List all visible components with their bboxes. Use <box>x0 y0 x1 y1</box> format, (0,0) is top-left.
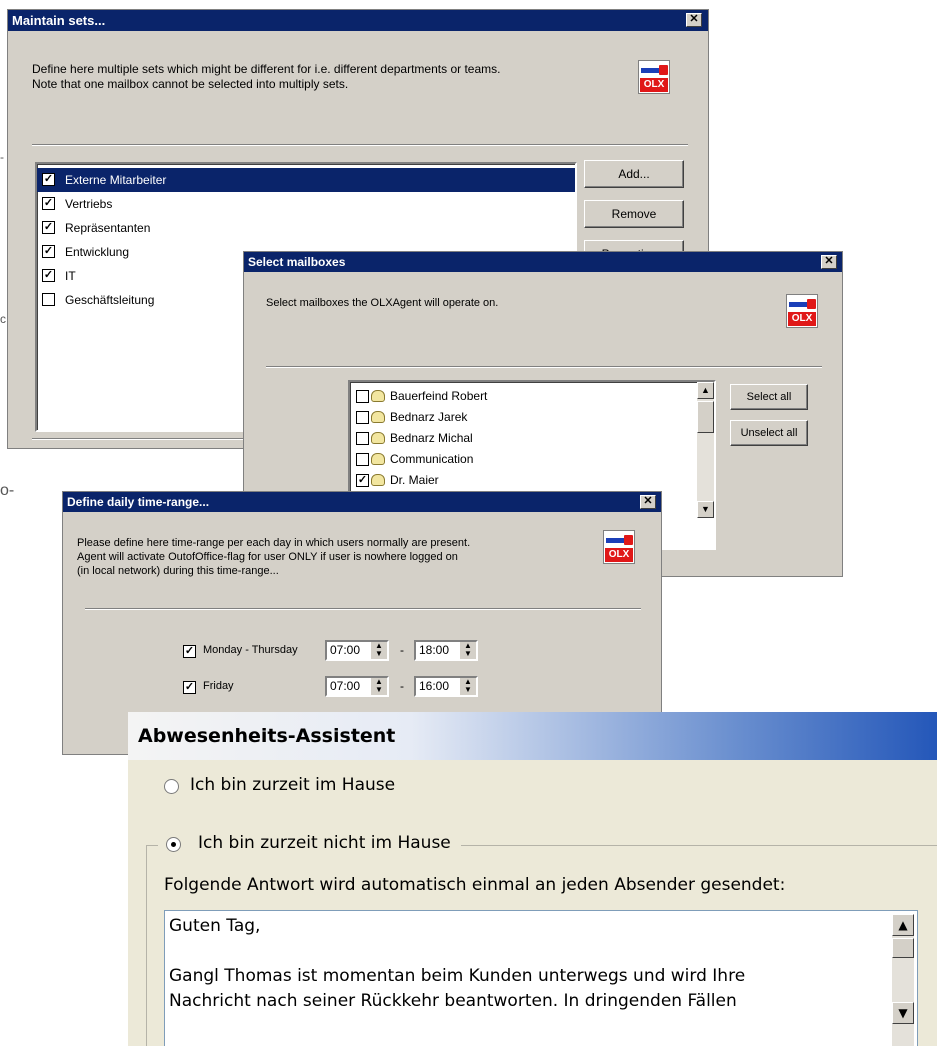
scroll-thumb[interactable] <box>892 938 914 958</box>
set-checkbox[interactable] <box>42 293 55 306</box>
set-label: Vertriebs <box>65 197 113 211</box>
set-checkbox[interactable]: ✓ <box>42 197 55 210</box>
range-dash: - <box>400 679 404 693</box>
out-of-office-label: Ich bin zurzeit nicht im Hause <box>198 833 451 853</box>
mailbox-list-item[interactable]: Communication <box>350 449 714 470</box>
set-list-item[interactable]: ✓ Vertriebs <box>37 192 575 216</box>
set-checkbox[interactable]: ✓ <box>42 173 55 186</box>
vertical-scrollbar[interactable]: ▲ ▼ <box>697 382 714 518</box>
mailbox-icon <box>371 453 385 465</box>
scroll-down-icon[interactable]: ▼ <box>697 501 714 518</box>
dialog-title: Abwesenheits-Assistent <box>128 712 937 760</box>
friday-row: ✓ Friday 07:00 ▲ ▼ - 16:00 ▲ ▼ <box>183 676 603 700</box>
mailbox-label: Bednarz Jarek <box>390 410 468 424</box>
spin-arrows-icon[interactable]: ▲ ▼ <box>371 678 387 695</box>
day-label: Monday - Thursday <box>203 644 298 656</box>
mailbox-icon <box>371 390 385 402</box>
scroll-thumb[interactable] <box>697 401 714 433</box>
dialog-title: Maintain sets... <box>8 10 708 31</box>
range-dash: - <box>400 643 404 657</box>
spin-arrows-icon[interactable]: ▲ ▼ <box>460 642 476 659</box>
set-list-item[interactable]: ✓ Repräsentanten <box>37 216 575 240</box>
vertical-scrollbar[interactable]: ▲ ▼ <box>892 914 914 1046</box>
separator <box>266 366 822 368</box>
mailbox-label: Bednarz Michal <box>390 431 473 445</box>
separator <box>32 144 688 146</box>
out-of-office-legend: Ich bin zurzeit nicht im Hause <box>158 831 461 859</box>
set-label: Repräsentanten <box>65 221 151 235</box>
from-time-input[interactable]: 07:00 ▲ ▼ <box>325 676 389 697</box>
mailbox-label: Bauerfeind Robert <box>390 389 488 403</box>
set-label: IT <box>65 269 76 283</box>
from-time-input[interactable]: 07:00 ▲ ▼ <box>325 640 389 661</box>
mailbox-list-item[interactable]: Bauerfeind Robert <box>350 386 714 407</box>
scroll-up-icon[interactable]: ▲ <box>697 382 714 399</box>
set-label: Externe Mitarbeiter <box>65 173 167 187</box>
out-of-office-assistant: Abwesenheits-Assistent Ich bin zurzeit i… <box>128 712 937 1046</box>
set-checkbox[interactable]: ✓ <box>42 245 55 258</box>
mailbox-icon <box>371 432 385 444</box>
unselect-all-button[interactable]: Unselect all <box>730 420 808 446</box>
spin-arrows-icon[interactable]: ▲ ▼ <box>371 642 387 659</box>
add-button[interactable]: Add... <box>584 160 684 188</box>
dialog-title: Define daily time-range... <box>63 492 661 512</box>
background-fragment: c <box>0 312 6 326</box>
mailbox-checkbox[interactable] <box>356 453 369 466</box>
close-icon[interactable]: ✕ <box>686 13 702 27</box>
mailbox-label: Dr. Maier <box>390 473 439 487</box>
olx-logo-icon: OLX <box>603 530 635 564</box>
set-label: Entwicklung <box>65 245 130 259</box>
scroll-up-icon[interactable]: ▲ <box>892 914 914 936</box>
reply-label: Folgende Antwort wird automatisch einmal… <box>164 875 786 895</box>
scroll-down-icon[interactable]: ▼ <box>892 1002 914 1024</box>
friday-checkbox[interactable]: ✓ <box>183 681 196 694</box>
mailbox-list-item[interactable]: Bednarz Michal <box>350 428 714 449</box>
olx-logo-icon: OLX <box>786 294 818 328</box>
in-office-radio[interactable] <box>164 779 179 794</box>
day-label: Friday <box>203 680 234 692</box>
dialog-description: Select mailboxes the OLXAgent will opera… <box>266 297 499 309</box>
dialog-title: Select mailboxes <box>244 252 842 272</box>
monday-thursday-row: ✓ Monday - Thursday 07:00 ▲ ▼ - 18:00 ▲ ▼ <box>183 640 603 664</box>
close-icon[interactable]: ✕ <box>821 255 837 269</box>
mailbox-list-item[interactable]: ✓ Dr. Maier <box>350 470 714 491</box>
mailbox-checkbox[interactable]: ✓ <box>356 474 369 487</box>
olx-logo-icon: OLX <box>638 60 670 94</box>
separator <box>85 608 641 610</box>
set-label: Geschäftsleitung <box>65 293 155 307</box>
spin-arrows-icon[interactable]: ▲ ▼ <box>460 678 476 695</box>
mailbox-label: Communication <box>390 452 474 466</box>
reply-message-textarea[interactable]: Guten Tag, Gangl Thomas ist momentan bei… <box>164 910 918 1046</box>
out-of-office-radio[interactable] <box>166 837 181 852</box>
mailbox-list-item[interactable]: Bednarz Jarek <box>350 407 714 428</box>
close-icon[interactable]: ✕ <box>640 495 656 509</box>
set-checkbox[interactable]: ✓ <box>42 221 55 234</box>
mailbox-checkbox[interactable] <box>356 432 369 445</box>
to-time-input[interactable]: 18:00 ▲ ▼ <box>414 640 478 661</box>
background-fragment: - <box>0 150 4 164</box>
in-office-label: Ich bin zurzeit im Hause <box>190 775 396 795</box>
to-time-input[interactable]: 16:00 ▲ ▼ <box>414 676 478 697</box>
mailbox-icon <box>371 474 385 486</box>
set-list-item[interactable]: ✓ Externe Mitarbeiter <box>37 168 575 192</box>
mailbox-icon <box>371 411 385 423</box>
monday-thursday-checkbox[interactable]: ✓ <box>183 645 196 658</box>
dialog-description: Define here multiple sets which might be… <box>32 62 501 91</box>
remove-button[interactable]: Remove <box>584 200 684 228</box>
mailbox-checkbox[interactable] <box>356 411 369 424</box>
select-all-button[interactable]: Select all <box>730 384 808 410</box>
mailbox-checkbox[interactable] <box>356 390 369 403</box>
dialog-description: Please define here time-range per each d… <box>77 537 471 577</box>
background-fragment: o- <box>0 482 15 499</box>
set-checkbox[interactable]: ✓ <box>42 269 55 282</box>
